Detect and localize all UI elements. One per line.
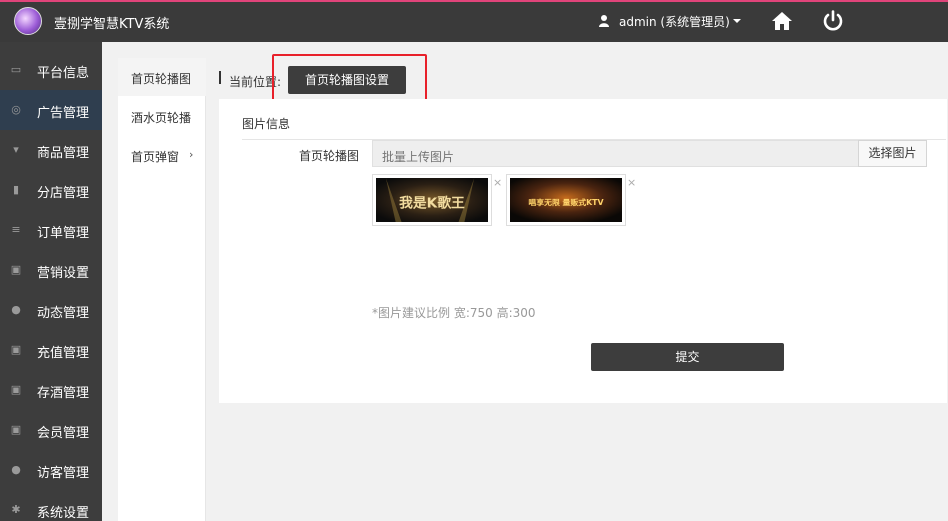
user-icon: ● (11, 463, 21, 476)
sidebar-item-platform-info[interactable]: ▭ 平台信息 (0, 50, 102, 90)
chevron-down-icon[interactable] (733, 19, 741, 23)
gear-icon: ✱ (11, 503, 21, 516)
image-size-hint: *图片建议比例 宽:750 高:300 (372, 306, 536, 320)
banner-caption: 唱享无限 量贩式KTV (528, 197, 603, 207)
sidebar-item-label: 平台信息 (37, 66, 90, 81)
app-title: 壹捌学智慧KTV系统 (54, 17, 170, 32)
sidebar-item-products[interactable]: ▾ 商品管理 (0, 130, 102, 170)
gift-icon: ▣ (10, 263, 22, 276)
user-icon (599, 15, 609, 27)
thumbnail-image[interactable]: 我是K歌王 (372, 174, 492, 226)
sidebar-item-label: 访客管理 (37, 466, 90, 481)
batch-upload-input[interactable] (372, 140, 859, 167)
chevron-right-icon: › (189, 148, 194, 161)
sidebar-item-settings[interactable]: ✱ 系统设置 (0, 490, 102, 521)
close-icon[interactable]: × (493, 176, 502, 189)
sidebar-item-feeds[interactable]: ● 动态管理 (0, 290, 102, 330)
sidebar-item-marketing[interactable]: ▣ 营销设置 (0, 250, 102, 290)
subnav-item-label: 酒水页轮播 (131, 111, 192, 125)
sidebar-item-recharge[interactable]: ▣ 充值管理 (0, 330, 102, 370)
building-icon: ▮ (12, 183, 20, 196)
gift-icon: ▣ (10, 343, 22, 356)
sidebar-item-label: 会员管理 (37, 426, 90, 441)
sidebar-item-label: 广告管理 (37, 106, 90, 121)
lifebuoy-icon: ◎ (11, 103, 21, 116)
sidebar-item-label: 动态管理 (37, 306, 90, 321)
subnav-item-drinks-carousel[interactable]: 酒水页轮播 (118, 97, 206, 135)
subnav-item-label: 首页轮播图 (131, 72, 192, 86)
list-icon: ≡ (11, 223, 21, 236)
keyboard-icon: ▭ (10, 63, 22, 76)
sidebar-item-label: 充值管理 (37, 346, 90, 361)
sidebar-item-wine-storage[interactable]: ▣ 存酒管理 (0, 370, 102, 410)
app-logo[interactable] (14, 7, 42, 35)
sidebar-item-ads[interactable]: ◎ 广告管理 (0, 90, 102, 130)
sidebar-item-label: 营销设置 (37, 266, 90, 281)
subnav-item-label: 首页弹窗 (131, 150, 180, 164)
banner-caption: 我是K歌王 (399, 195, 465, 212)
select-image-button[interactable]: 选择图片 (858, 140, 927, 167)
sidebar-item-orders[interactable]: ≡ 订单管理 (0, 210, 102, 250)
breadcrumb-marker (219, 71, 221, 84)
user-menu-label[interactable]: admin (系统管理员) (619, 13, 730, 30)
banner-image: 我是K歌王 (376, 178, 488, 222)
annotation-highlight-box (272, 54, 427, 102)
banner-image: 唱享无限 量贩式KTV (510, 178, 622, 222)
user-icon: ● (11, 303, 21, 316)
sidebar-item-label: 系统设置 (37, 506, 90, 521)
home-icon[interactable] (771, 11, 793, 31)
sidebar-item-label: 分店管理 (37, 186, 90, 201)
thumbnail-image[interactable]: 唱享无限 量贩式KTV (506, 174, 626, 226)
gift-icon: ▣ (10, 383, 22, 396)
sidebar-item-label: 存酒管理 (37, 386, 90, 401)
sidebar-item-members[interactable]: ▣ 会员管理 (0, 410, 102, 450)
sidebar-item-branches[interactable]: ▮ 分店管理 (0, 170, 102, 210)
subnav-item-home-popup[interactable]: 首页弹窗 › (118, 136, 206, 174)
gift-icon: ▣ (10, 423, 22, 436)
sidebar-item-label: 商品管理 (37, 146, 90, 161)
field-label: 首页轮播图 (299, 149, 360, 163)
sidebar-item-visitors[interactable]: ● 访客管理 (0, 450, 102, 490)
subnav-item-home-carousel[interactable]: 首页轮播图 (118, 58, 206, 96)
power-icon[interactable] (822, 10, 844, 32)
cart-icon: ▾ (13, 143, 19, 156)
submit-button[interactable]: 提交 (591, 343, 784, 371)
sidebar-item-label: 订单管理 (37, 226, 90, 241)
panel-title: 图片信息 (242, 117, 291, 131)
close-icon[interactable]: × (627, 176, 636, 189)
